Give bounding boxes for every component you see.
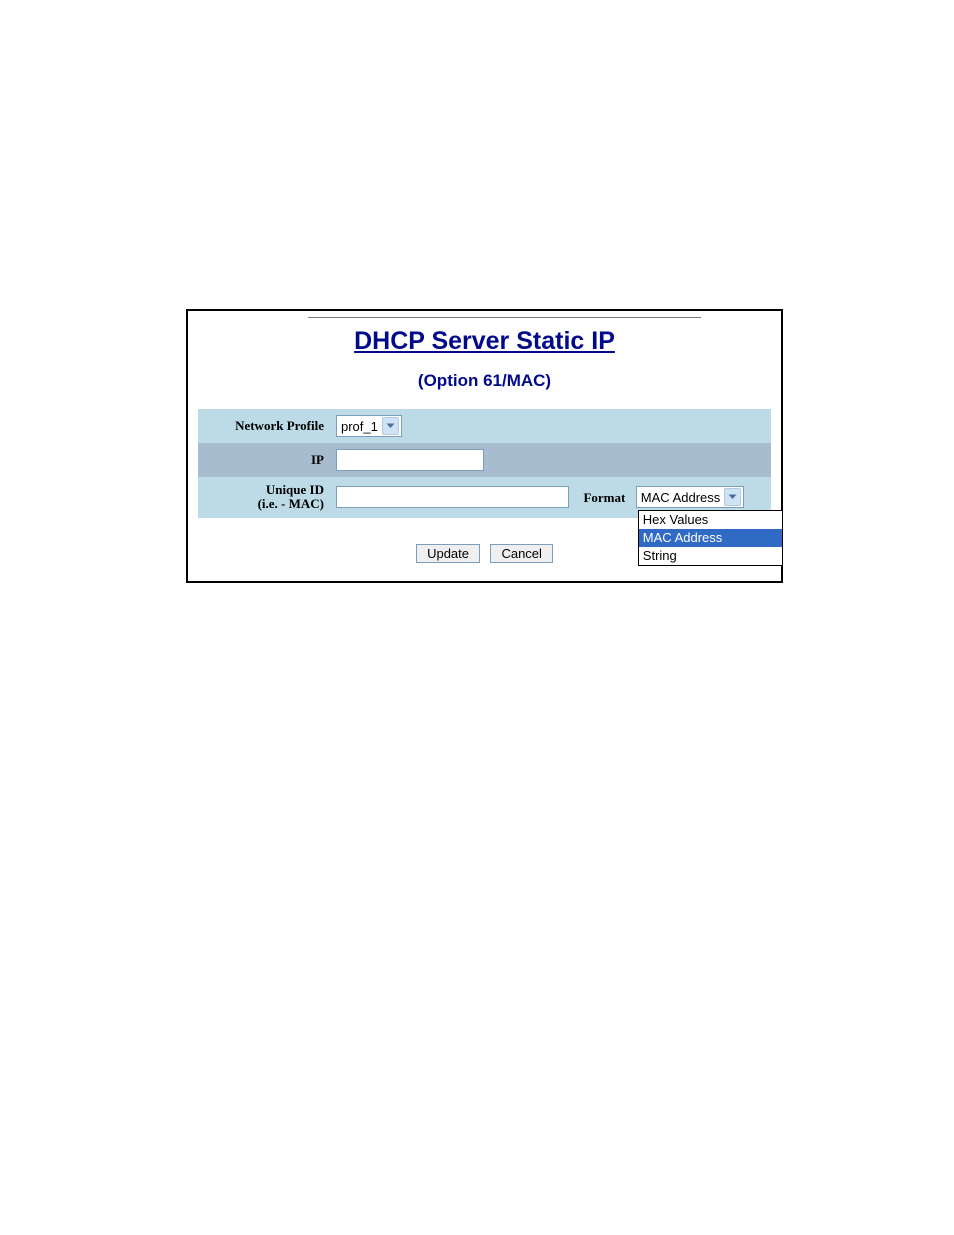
unique-id-input[interactable] [336,486,569,508]
label-ip: IP [198,443,330,477]
field-network-profile: prof_1 [330,409,771,443]
page-title: DHCP Server Static IP [198,320,771,357]
form-table: Network Profile prof_1 IP [198,409,771,518]
cancel-button[interactable]: Cancel [490,544,552,563]
format-option[interactable]: Hex Values [639,511,782,529]
format-option[interactable]: MAC Address [639,529,782,547]
network-profile-selected: prof_1 [341,419,382,434]
network-profile-select[interactable]: prof_1 [336,415,402,437]
label-format: Format [573,490,631,505]
update-button[interactable]: Update [416,544,480,563]
row-ip: IP [198,443,771,477]
page-root: DHCP Server Static IP (Option 61/MAC) Ne… [0,0,954,1235]
config-panel: DHCP Server Static IP (Option 61/MAC) Ne… [186,309,783,583]
page-subtitle: (Option 61/MAC) [198,371,771,391]
format-option[interactable]: String [639,547,782,565]
label-unique-id-l2: (i.e. - MAC) [258,496,324,511]
title-link[interactable]: DHCP Server Static IP [354,327,615,355]
label-unique-id-l1: Unique ID [266,482,324,497]
format-dropdown-list[interactable]: Hex ValuesMAC AddressString [638,510,783,566]
format-selected: MAC Address [641,490,724,505]
title-rule [308,317,701,318]
label-unique-id: Unique ID (i.e. - MAC) [198,477,330,518]
row-network-profile: Network Profile prof_1 [198,409,771,443]
field-ip [330,443,771,477]
chevron-down-icon [724,488,741,506]
label-network-profile: Network Profile [198,409,330,443]
chevron-down-icon [382,417,399,435]
format-select[interactable]: MAC Address [636,486,744,508]
ip-input[interactable] [336,449,484,471]
